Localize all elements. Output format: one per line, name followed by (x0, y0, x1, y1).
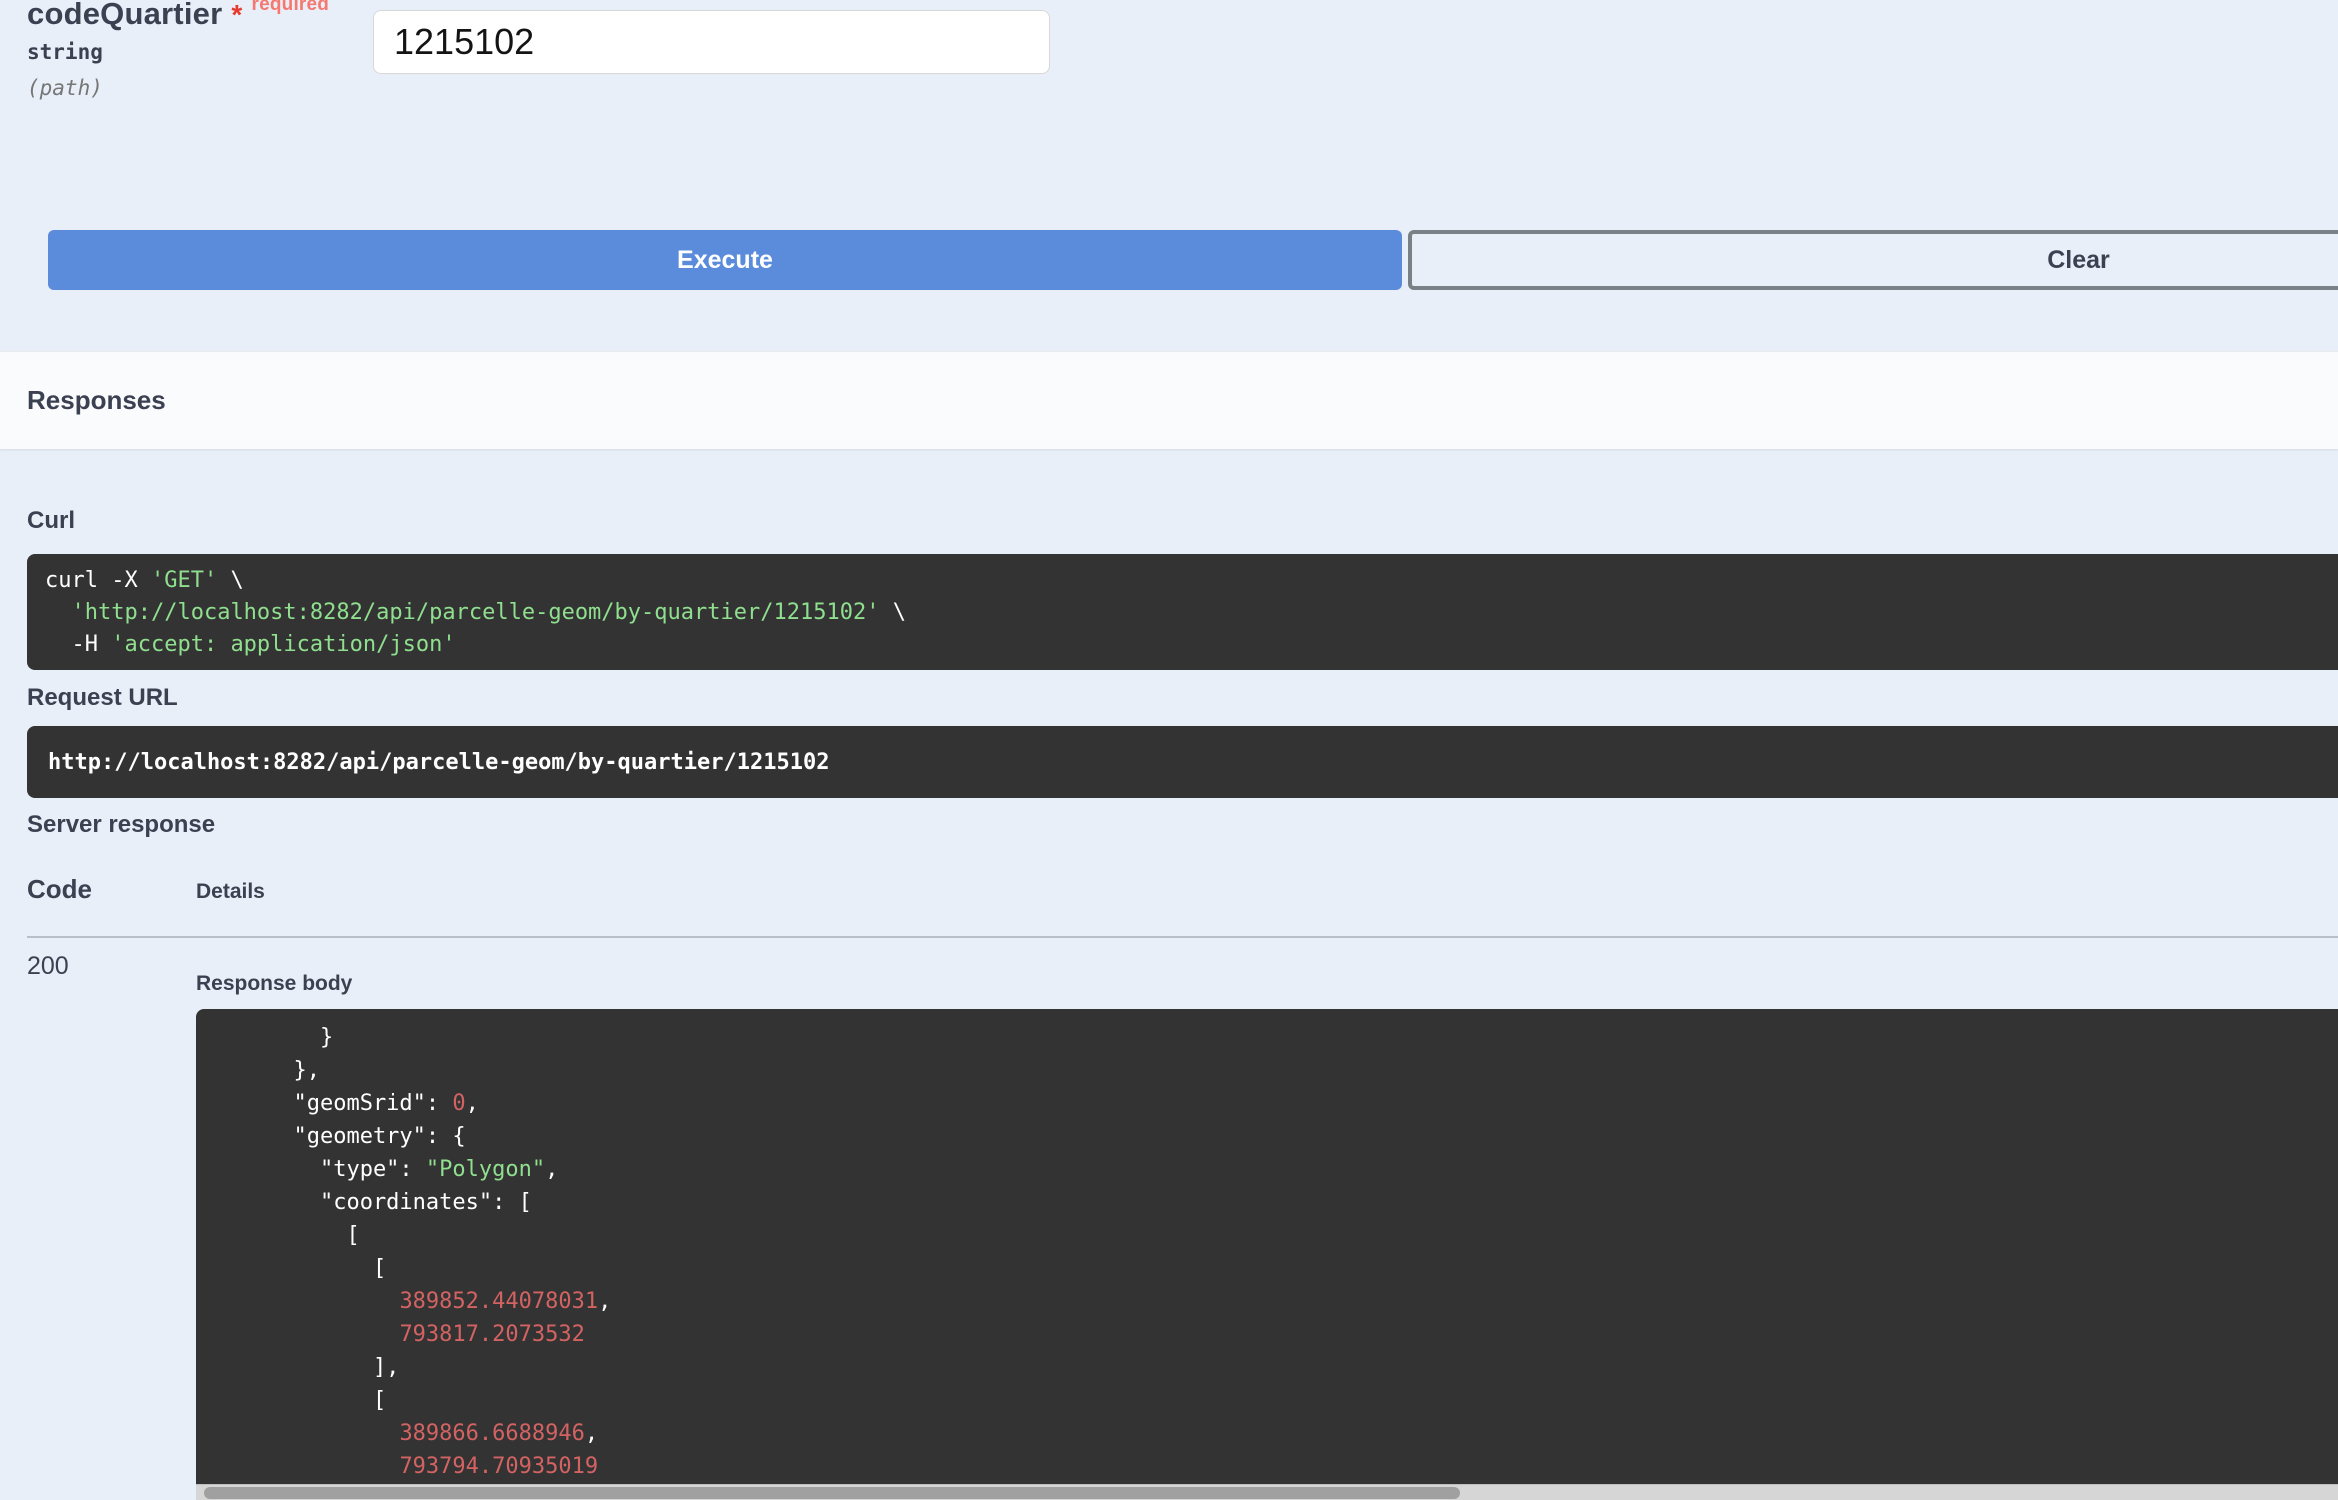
server-response-label: Server response (27, 811, 216, 838)
curl-label: Curl (27, 507, 75, 534)
request-url-value: http://localhost:8282/api/parcelle-geom/… (48, 749, 830, 775)
table-header-divider (27, 936, 2338, 938)
request-url-label: Request URL (27, 684, 178, 711)
request-url-block: http://localhost:8282/api/parcelle-geom/… (27, 726, 2338, 798)
parameter-name-text: codeQuartier (27, 0, 223, 31)
code-column-header: Code (27, 874, 92, 904)
parameter-type: string (27, 40, 103, 64)
parameter-location: (path) (27, 76, 103, 100)
responses-section-header: Responses (0, 351, 2338, 449)
horizontal-scrollbar-track[interactable] (196, 1484, 2338, 1500)
response-body-label: Response body (196, 972, 353, 995)
status-code: 200 (27, 952, 69, 980)
details-column-header: Details (196, 880, 265, 903)
curl-command-block: curl -X 'GET' \ 'http://localhost:8282/a… (27, 554, 2338, 670)
required-badge: required (251, 0, 330, 15)
horizontal-scrollbar-thumb[interactable] (204, 1487, 1460, 1499)
required-asterisk: * (231, 0, 243, 30)
codequartier-input[interactable] (373, 10, 1050, 74)
parameter-name: codeQuartier * required (27, 0, 329, 32)
responses-title: Responses (27, 385, 166, 415)
execute-button[interactable]: Execute (48, 230, 1402, 290)
clear-button[interactable]: Clear (1408, 230, 2338, 290)
response-body-block: } }, "geomSrid": 0, "geometry": { "type"… (196, 1009, 2338, 1500)
